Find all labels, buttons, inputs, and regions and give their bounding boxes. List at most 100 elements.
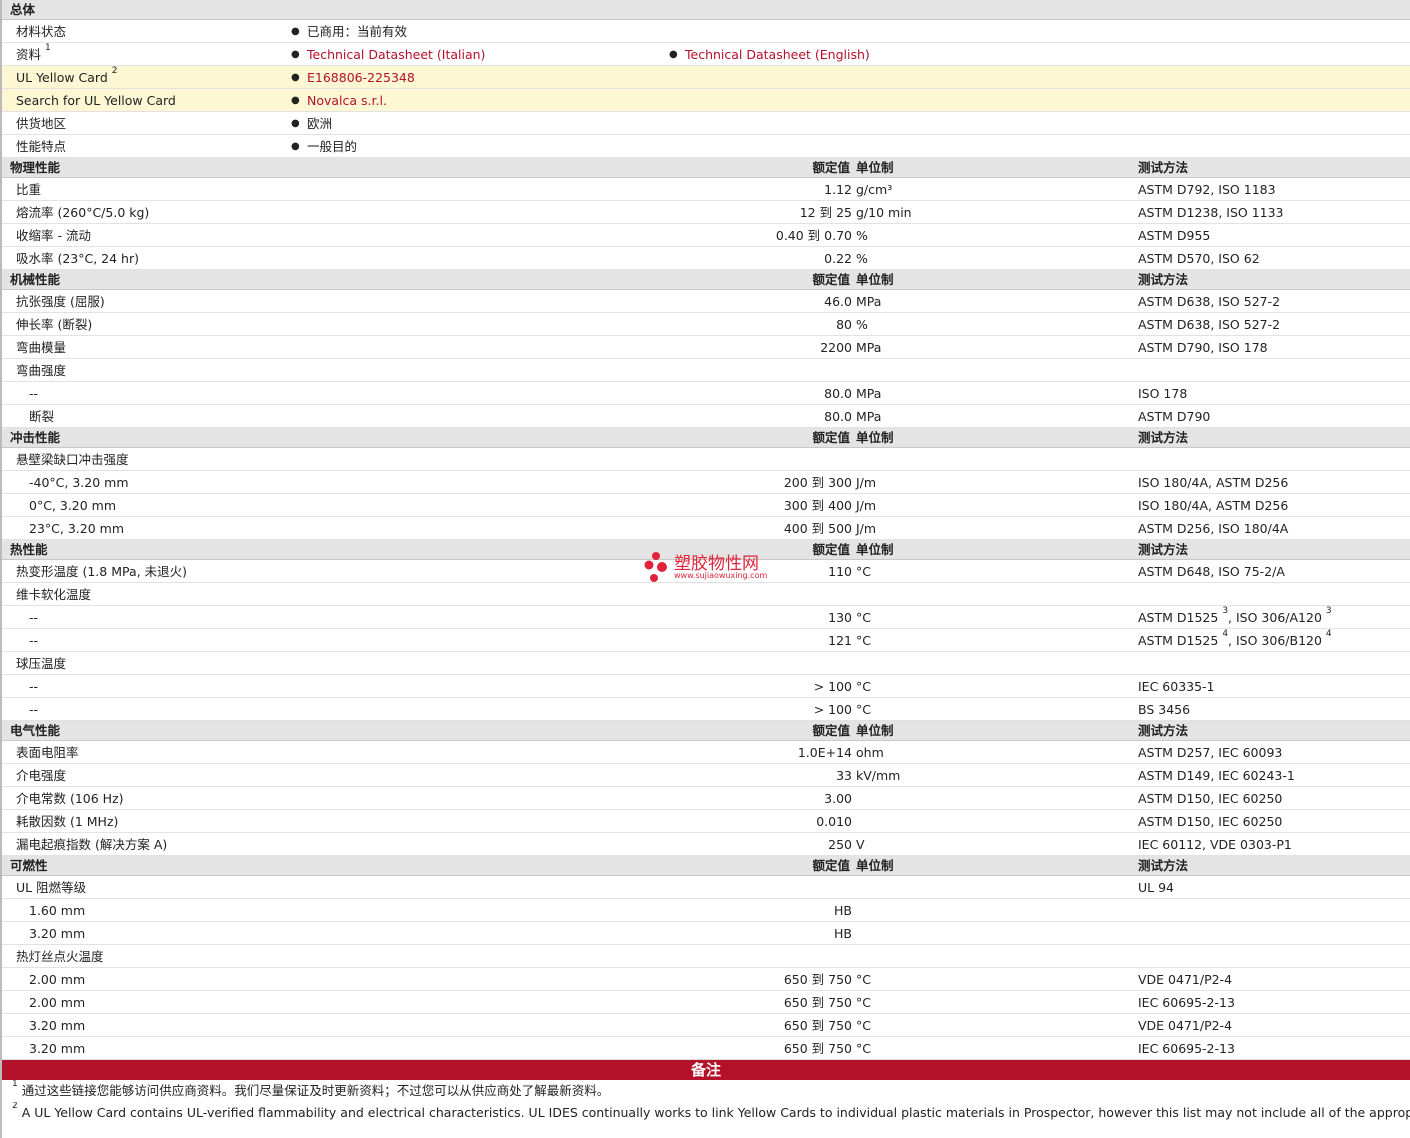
general-row: 性能特点 ● 一般目的 [2,135,1410,158]
property-value: 650 到 750 [783,1018,852,1033]
property-value: 121 [828,633,852,648]
property-value: 250 [828,837,852,852]
property-label: 3.20 mm [29,926,86,941]
property-unit: °C [856,1018,871,1033]
general-label-text: Search for UL Yellow Card [16,93,176,108]
method-text: ASTM D1238, ISO 1133 [1138,205,1284,220]
property-label: -40°C, 3.20 mm [29,475,129,490]
property-unit: J/m [856,521,877,536]
general-value: 已商用：当前有效 [307,24,408,39]
property-row: 比重 1.12 g/cm³ ASTM D792, ISO 1183 [2,178,1410,201]
header-unit: 单位制 [856,272,894,287]
property-unit: J/m [856,498,877,513]
property-label: UL 阻燃等级 [16,880,87,895]
section-header: 物理性能 额定值 单位制 测试方法 [2,158,1410,178]
method-text: ASTM D150, IEC 60250 [1138,814,1283,829]
property-unit: °C [856,679,871,694]
watermark-site: www.sujiaowuxing.com [674,571,768,580]
property-method: BS 3456 [1138,698,1190,721]
property-label: 维卡软化温度 [16,587,92,602]
property-unit: MPa [856,386,882,401]
property-label: 吸水率 (23°C, 24 hr) [16,251,139,266]
property-row: 耗散因数 (1 MHz) 0.010 ASTM D150, IEC 60250 [2,810,1410,833]
section-header: 可燃性 额定值 单位制 测试方法 [2,856,1410,876]
general-link[interactable]: E168806-225348 [307,66,415,89]
property-method: IEC 60335-1 [1138,675,1215,698]
property-row: -- 130 °C ASTM D1525 3, ISO 306/A120 3 [2,606,1410,629]
property-row: 1.60 mm HB [2,899,1410,922]
method-text: IEC 60335-1 [1138,679,1215,694]
property-value: 0.40 到 0.70 [775,228,852,243]
property-label: -- [29,679,39,694]
bullet-icon: ● [291,49,300,60]
header-value: 额定值 [812,272,850,287]
general-label-text: 材料状态 [16,24,67,39]
property-value: HB [834,903,852,918]
method-text: ASTM D1525 [1138,633,1219,648]
header-method: 测试方法 [1138,723,1189,738]
property-value: 300 到 400 [783,498,852,513]
property-value: 0.010 [816,814,852,829]
property-row: 2.00 mm 650 到 750 °C IEC 60695-2-13 [2,991,1410,1014]
method-text: IEC 60112, VDE 0303-P1 [1138,837,1292,852]
method-text: ASTM D570, ISO 62 [1138,251,1260,266]
property-method: ASTM D149, IEC 60243-1 [1138,764,1295,787]
header-method: 测试方法 [1138,542,1189,557]
header-method: 测试方法 [1138,858,1189,873]
property-value: 650 到 750 [783,995,852,1010]
general-link[interactable]: Novalca s.r.l. [307,89,387,112]
property-row: 熔流率 (260°C/5.0 kg) 12 到 25 g/10 min ASTM D1… [2,201,1410,224]
property-label: 熔流率 (260°C/5.0 kg) [16,205,150,220]
property-row: 球压温度 [2,652,1410,675]
method-text: ISO 178 [1138,386,1188,401]
general-label-text: 性能特点 [16,139,67,154]
header-method: 测试方法 [1138,272,1189,287]
property-value: 400 到 500 [783,521,852,536]
method-text: IEC 60695-2-13 [1138,1041,1235,1056]
header-value: 额定值 [812,858,850,873]
property-label: 3.20 mm [29,1041,86,1056]
property-method: ASTM D638, ISO 527-2 [1138,290,1280,313]
note-text: 通过这些链接您能够访问供应商资料。我们尽量保证及时更新资料；不过您可以从供应商处… [21,1083,610,1098]
method-text: UL 94 [1138,880,1174,895]
property-label: 表面电阻率 [16,745,79,760]
property-label: 弯曲模量 [16,340,67,355]
general-row: 材料状态 ● 已商用：当前有效 [2,20,1410,43]
property-method: ASTM D570, ISO 62 [1138,247,1260,270]
property-label: 1.60 mm [29,903,86,918]
property-row: 悬壁梁缺口冲击强度 [2,448,1410,471]
method-text: ASTM D790 [1138,409,1211,424]
footnote-ref: 1 [45,42,51,53]
general-row: UL Yellow Card 2 ● E168806-225348 [2,66,1410,89]
property-label: 比重 [16,182,42,197]
bullet-icon: ● [291,118,300,129]
property-label: 热变形温度 (1.8 MPa, 未退火) [16,564,187,579]
property-unit: °C [856,633,871,648]
property-row: -40°C, 3.20 mm 200 到 300 J/m ISO 180/4A, AS… [2,471,1410,494]
property-value: 650 到 750 [783,972,852,987]
property-method: ASTM D1238, ISO 1133 [1138,201,1284,224]
bullet-icon: ● [291,72,300,83]
property-value: 0.22 [824,251,852,266]
method-text: ASTM D648, ISO 75-2/A [1138,564,1285,579]
method-text: IEC 60695-2-13 [1138,995,1235,1010]
general-link[interactable]: Technical Datasheet (Italian) [307,43,485,66]
property-label: 介电强度 [16,768,67,783]
property-value: 80 [836,317,852,332]
property-method: VDE 0471/P2-4 [1138,968,1232,991]
datasheet: 总体 材料状态 ● 已商用：当前有效 资料 1 ● Technical Datasheet … [0,0,1410,1138]
general-label: 供货地区 [16,112,66,135]
header-unit: 单位制 [856,430,894,445]
property-label: -- [29,702,39,717]
property-row: UL 阻燃等级 UL 94 [2,876,1410,899]
property-label: 漏电起痕指数 (解决方案 A) [16,837,168,852]
property-value: 110 [828,564,852,579]
general-link[interactable]: Technical Datasheet (English) [685,43,870,66]
note-number: 2 [12,1102,18,1111]
property-row: 吸水率 (23°C, 24 hr) 0.22% ASTM D570, ISO 62 [2,247,1410,270]
property-unit: °C [856,564,871,579]
note-item: 1 通过这些链接您能够访问供应商资料。我们尽量保证及时更新资料；不过您可以从供应… [2,1080,1410,1102]
method-text: ISO 180/4A, ASTM D256 [1138,475,1289,490]
note-item: 2 A UL Yellow Card contains UL-verified … [2,1102,1410,1124]
bullet-icon: ● [291,26,300,37]
